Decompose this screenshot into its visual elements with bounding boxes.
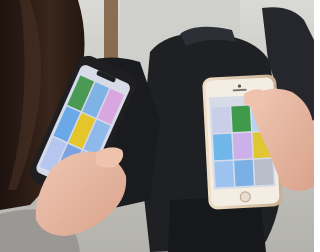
right-phone-home-button[interactable] (239, 191, 251, 203)
right-phone-tile[interactable] (232, 132, 253, 160)
right-phone-tile[interactable] (231, 105, 252, 133)
chair-leg (104, 0, 118, 60)
scene-svg (0, 0, 314, 252)
right-phone-tile[interactable] (254, 158, 274, 186)
photo-scene (0, 0, 314, 252)
right-phone-tile[interactable] (211, 106, 232, 134)
right-phone-tile[interactable] (212, 133, 233, 161)
right-phone-tile[interactable] (214, 160, 235, 188)
right-phone-tile[interactable] (234, 159, 254, 187)
